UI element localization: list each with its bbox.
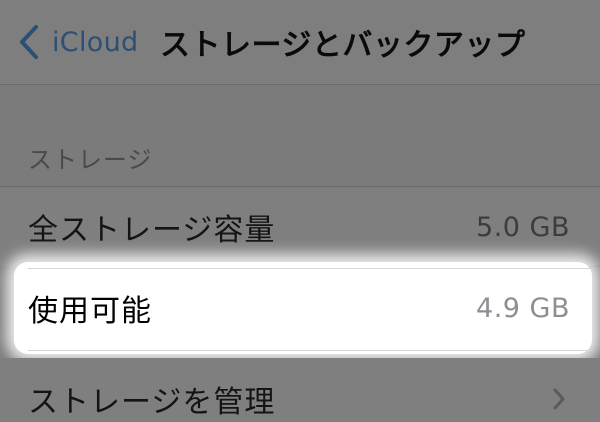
row-label-manage-storage: ストレージを管理	[28, 385, 276, 420]
chevron-right-icon	[553, 388, 565, 410]
row-manage-storage[interactable]: ストレージを管理	[0, 358, 600, 422]
back-label: iCloud	[52, 26, 139, 58]
row-divider	[28, 350, 592, 351]
navigation-bar: iCloud ストレージとバックアップ	[0, 0, 600, 85]
back-button[interactable]: iCloud	[14, 22, 138, 62]
row-available-storage: 使用可能 4.9 GB	[0, 266, 600, 350]
row-label-available: 使用可能	[28, 294, 152, 329]
section-header-storage: ストレージ	[28, 146, 153, 174]
section-divider	[0, 186, 600, 187]
row-value-available: 4.9 GB	[476, 292, 570, 324]
screen: iCloud ストレージとバックアップ ストレージ 全ストレージ容量 5.0 G…	[0, 0, 600, 422]
page-title: ストレージとバックアップ	[160, 28, 526, 63]
row-value-total-storage: 5.0 GB	[476, 211, 570, 243]
chevron-left-icon	[20, 25, 38, 59]
row-label-total-storage: 全ストレージ容量	[28, 213, 276, 248]
row-total-storage: 全ストレージ容量 5.0 GB	[0, 188, 600, 266]
